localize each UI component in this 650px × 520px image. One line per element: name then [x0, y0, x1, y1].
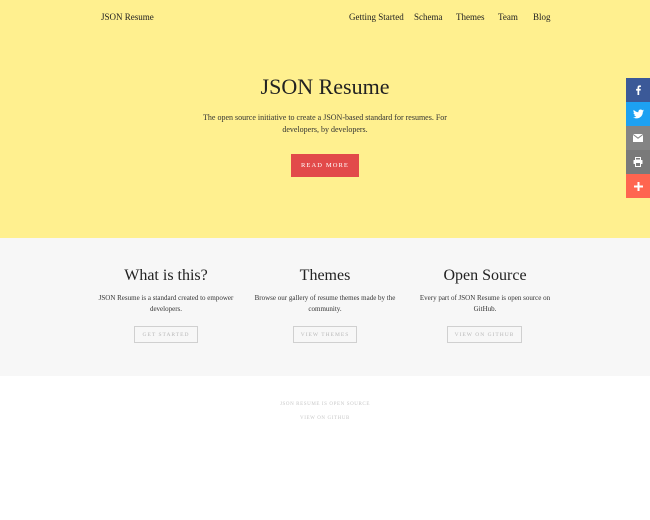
- feature-text: Browse our gallery of resume themes made…: [254, 294, 396, 314]
- feature-title: Open Source: [443, 267, 527, 284]
- feature-title: What is this?: [124, 267, 208, 284]
- feature-text: Every part of JSON Resume is open source…: [419, 294, 551, 314]
- share-bar: [626, 78, 650, 198]
- nav-schema[interactable]: Schema: [414, 12, 443, 22]
- nav-getting-started[interactable]: Getting Started: [349, 12, 404, 22]
- nav-blog[interactable]: Blog: [533, 12, 551, 22]
- print-share-button[interactable]: [626, 150, 650, 174]
- view-on-github-button[interactable]: VIEW ON GITHUB: [447, 326, 522, 343]
- nav-team[interactable]: Team: [498, 12, 518, 22]
- read-more-button[interactable]: READ MORE: [291, 154, 359, 177]
- twitter-icon: [632, 109, 644, 119]
- feature-text: JSON Resume is a standard created to emp…: [98, 294, 234, 314]
- feature-title: Themes: [299, 267, 351, 284]
- plus-icon: [633, 181, 643, 191]
- footer: JSON RESUME IS OPEN SOURCE VIEW ON GITHU…: [0, 376, 650, 520]
- footer-note: JSON RESUME IS OPEN SOURCE: [279, 402, 371, 407]
- hero-description: The open source initiative to create a J…: [203, 113, 447, 135]
- email-icon: [633, 134, 643, 142]
- facebook-icon: [636, 85, 641, 95]
- email-share-button[interactable]: [626, 126, 650, 150]
- brand-link[interactable]: JSON Resume: [101, 12, 154, 22]
- twitter-share-button[interactable]: [626, 102, 650, 126]
- hero-section: JSON Resume Getting Started Schema Theme…: [0, 0, 650, 238]
- features-section: What is this? JSON Resume is a standard …: [0, 238, 650, 376]
- more-share-button[interactable]: [626, 174, 650, 198]
- footer-github-link[interactable]: VIEW ON GITHUB: [300, 416, 350, 421]
- view-themes-button[interactable]: VIEW THEMES: [293, 326, 357, 343]
- get-started-button[interactable]: GET STARTED: [134, 326, 198, 343]
- facebook-share-button[interactable]: [626, 78, 650, 102]
- print-icon: [633, 157, 643, 167]
- hero-title: JSON Resume: [260, 74, 390, 99]
- nav-themes[interactable]: Themes: [456, 12, 485, 22]
